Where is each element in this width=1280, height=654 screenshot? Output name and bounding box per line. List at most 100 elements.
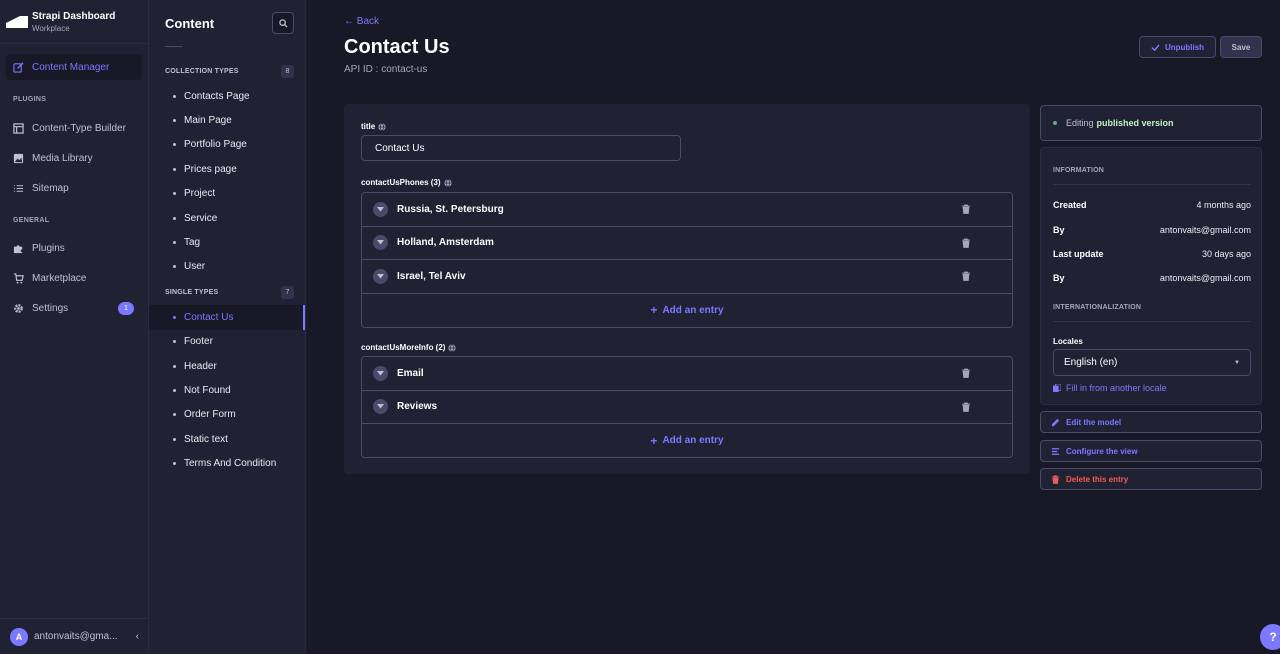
chevron-down-icon[interactable]	[373, 201, 388, 217]
save-button[interactable]: Save	[1220, 36, 1262, 58]
chevron-down-icon[interactable]	[373, 235, 388, 251]
collapse-nav-icon[interactable]: ‹	[136, 631, 139, 642]
chevron-down-icon[interactable]	[373, 399, 388, 415]
locale-value: English (en)	[1064, 357, 1118, 368]
add-more-info-entry-button[interactable]: + Add an entry	[362, 424, 1012, 457]
information-header: INFORMATION	[1053, 167, 1105, 174]
phones-label-text: contactUsPhones (3)	[361, 178, 441, 187]
collection-types-list: Contacts Page Main Page Portfolio Page Pric…	[149, 84, 305, 279]
subnav-item[interactable]: Portfolio Page	[149, 133, 305, 157]
subnav-item[interactable]: Service	[149, 206, 305, 230]
entry-label: Reviews	[397, 401, 438, 413]
fill-from-locale-link[interactable]: Fill in from another locale	[1053, 383, 1167, 393]
edit-model-button[interactable]: Edit the model	[1040, 411, 1262, 433]
subnav-item-label: User	[184, 261, 206, 273]
page-title: Contact Us	[344, 36, 450, 58]
subnav-item[interactable]: Terms And Condition	[149, 451, 305, 475]
repeatable-entry[interactable]: Israel, Tel Aviv	[362, 260, 1012, 294]
title-input[interactable]: Contact Us	[361, 135, 681, 161]
created-by-row: By antonvaits@gmail.com	[1053, 225, 1251, 235]
single-types-count: 7	[281, 285, 294, 299]
gear-icon	[12, 302, 24, 314]
created-row: Created 4 months ago	[1053, 200, 1251, 210]
nav-settings[interactable]: Settings 1	[6, 295, 142, 321]
pencil-icon	[12, 61, 24, 73]
add-phone-entry-button[interactable]: + Add an entry	[362, 293, 1012, 327]
more-info-field-label: contactUsMoreInfo (2)	[361, 343, 457, 352]
help-button[interactable]: ?	[1260, 624, 1280, 650]
updated-by-row: By antonvaits@gmail.com	[1053, 273, 1251, 283]
subnav-item[interactable]: Tag	[149, 230, 305, 254]
nav-sitemap[interactable]: Sitemap	[6, 175, 142, 201]
repeatable-entry[interactable]: Email	[362, 357, 1012, 391]
configure-view-label: Configure the view	[1066, 446, 1138, 456]
trash-icon[interactable]	[961, 368, 971, 378]
strapi-logo-icon	[6, 15, 28, 28]
repeatable-entry[interactable]: Russia, St. Petersburg	[362, 193, 1012, 227]
single-types-header[interactable]: SINGLE TYPES 7	[149, 284, 305, 300]
trash-icon	[1051, 475, 1060, 484]
chevron-down-icon[interactable]	[373, 365, 388, 381]
nav-plugins-label: Plugins	[32, 242, 65, 254]
subnav-item-label: Static text	[184, 433, 228, 445]
subnav-item-label: Prices page	[184, 163, 237, 175]
nav-content-type-builder[interactable]: Content-Type Builder	[6, 115, 142, 141]
repeatable-entry[interactable]: Reviews	[362, 390, 1012, 424]
divider	[1053, 321, 1251, 322]
unpublish-button[interactable]: Unpublish	[1139, 36, 1216, 58]
shopping-cart-icon	[12, 272, 24, 284]
updated-row: Last update 30 days ago	[1053, 249, 1251, 259]
subnav-item[interactable]: Footer	[149, 330, 305, 354]
user-menu[interactable]: A antonvaits@gma... ‹	[0, 618, 149, 654]
locale-select[interactable]: English (en) ▼	[1053, 349, 1251, 376]
subnav-item-label: Contact Us	[184, 311, 234, 323]
nav-media-library[interactable]: Media Library	[6, 145, 142, 171]
plus-icon: +	[650, 433, 658, 448]
subnav-item[interactable]: Order Form	[149, 403, 305, 427]
search-button[interactable]	[272, 12, 294, 34]
subnav-item[interactable]: Main Page	[149, 108, 305, 132]
subnav-item[interactable]: Not Found	[149, 378, 305, 402]
edit-view: ← Back Contact Us API ID : contact-us Un…	[306, 0, 1280, 654]
trash-icon[interactable]	[961, 402, 971, 412]
add-entry-label: Add an entry	[662, 304, 724, 316]
subnav-item[interactable]: User	[149, 255, 305, 279]
back-link[interactable]: ← Back	[344, 16, 379, 27]
entry-label: Holland, Amsterdam	[397, 237, 494, 249]
status-strong: published version	[1096, 118, 1174, 128]
repeatable-entry[interactable]: Holland, Amsterdam	[362, 226, 1012, 260]
phones-field-label: contactUsPhones (3)	[361, 178, 452, 187]
nav-content-manager-label: Content Manager	[32, 61, 110, 73]
single-types-list: Contact Us Footer Header Not Found Order For…	[149, 305, 305, 476]
subnav-item[interactable]: Contact Us	[149, 305, 305, 330]
subnav-item[interactable]: Project	[149, 182, 305, 206]
subnav-item[interactable]: Prices page	[149, 157, 305, 181]
globe-icon	[443, 178, 452, 187]
avatar: A	[10, 627, 28, 646]
single-types-label: SINGLE TYPES	[165, 288, 219, 296]
brand[interactable]: Strapi Dashboard Workplace	[0, 0, 148, 44]
trash-icon[interactable]	[961, 238, 971, 248]
subnav-item[interactable]: Contacts Page	[149, 84, 305, 108]
nav-plugins[interactable]: Plugins	[6, 235, 142, 261]
delete-entry-button[interactable]: Delete this entry	[1040, 468, 1262, 490]
delete-entry-label: Delete this entry	[1066, 474, 1129, 484]
subnav-item-label: Not Found	[184, 384, 231, 396]
subnav-item[interactable]: Header	[149, 354, 305, 378]
updated-value: 30 days ago	[1201, 249, 1251, 259]
subnav-item-label: Main Page	[184, 115, 232, 127]
nav-marketplace[interactable]: Marketplace	[6, 265, 142, 291]
chevron-down-icon[interactable]	[373, 268, 388, 284]
configure-view-button[interactable]: Configure the view	[1040, 440, 1262, 462]
subnav-header: Content	[149, 0, 305, 46]
collection-types-header[interactable]: COLLECTION TYPES 8	[149, 63, 305, 79]
entry-form: title Contact Us contactUsPhones (3) Rus…	[344, 104, 1030, 474]
brand-title: Strapi Dashboard	[32, 10, 116, 22]
nav-content-manager[interactable]: Content Manager	[6, 54, 142, 80]
subnav-item-label: Terms And Condition	[184, 458, 277, 470]
trash-icon[interactable]	[961, 204, 971, 214]
subnav-item-label: Footer	[184, 336, 213, 348]
title-field-label: title	[361, 122, 386, 131]
trash-icon[interactable]	[961, 271, 971, 281]
subnav-item[interactable]: Static text	[149, 427, 305, 451]
